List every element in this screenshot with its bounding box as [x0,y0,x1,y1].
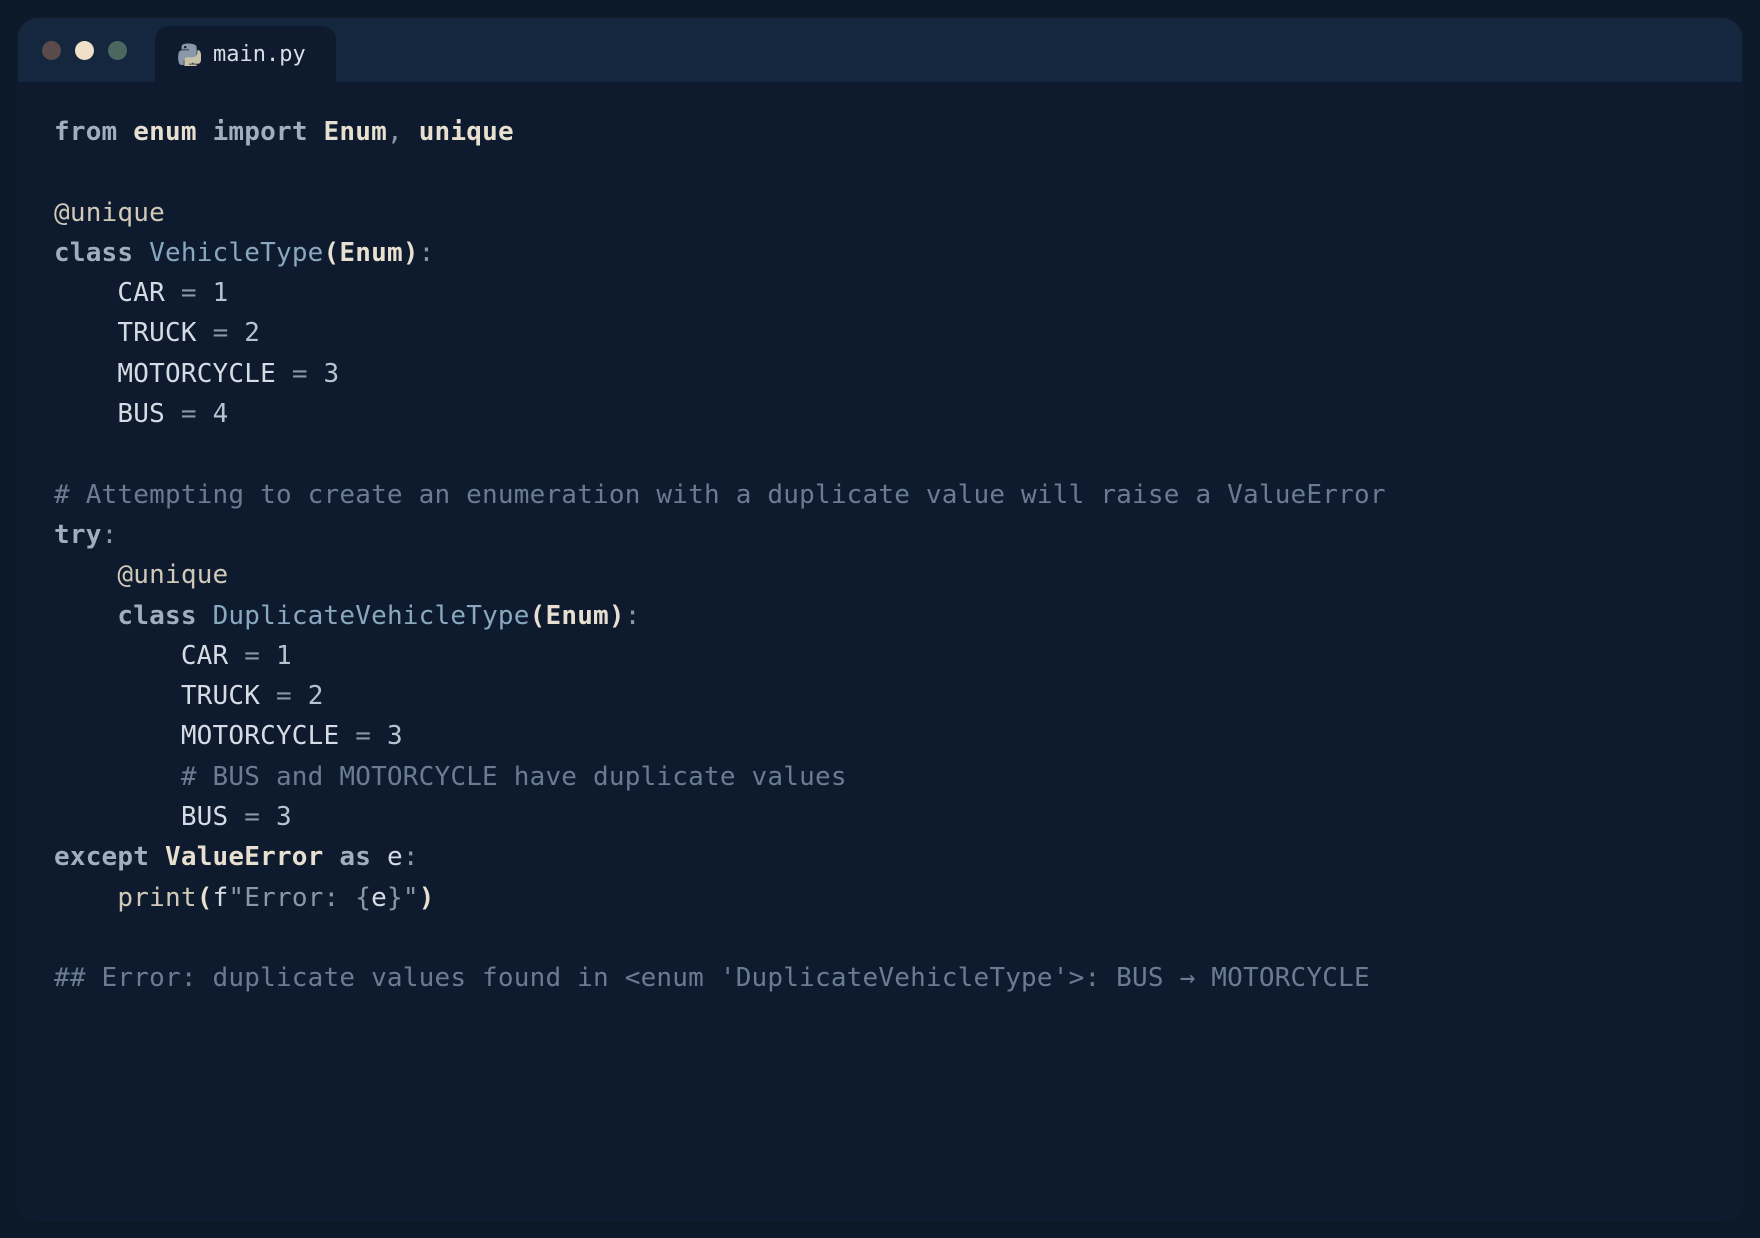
decorator-unique: @unique [54,198,165,228]
member-car: CAR [181,641,229,671]
member-car: CAR [117,278,165,308]
member-motorcycle: MOTORCYCLE [181,721,340,751]
member-bus: BUS [181,802,229,832]
str-b: " [403,883,419,913]
class-vehicletype: VehicleType [149,238,323,268]
brace-close: } [387,883,403,913]
var-e: e [371,883,387,913]
member-bus: BUS [117,399,165,429]
kw-import: import [213,117,308,147]
kw-class: class [54,238,133,268]
val-4: 4 [213,399,229,429]
base-enum: Enum [339,238,402,268]
kw-try: try [54,520,102,550]
val-3: 3 [387,721,403,751]
kw-as: as [339,842,371,872]
mod-enum: enum [133,117,196,147]
code-editor[interactable]: from enum import Enum, unique @unique cl… [18,82,1742,1220]
mod-Enum: Enum [324,117,387,147]
class-duplicatevehicletype: DuplicateVehicleType [213,601,530,631]
val-3: 3 [276,802,292,832]
val-3: 3 [324,359,340,389]
var-e: e [387,842,403,872]
fn-print: print [117,883,196,913]
editor-window: main.py from enum import Enum, unique @u… [18,18,1742,1220]
val-1: 1 [276,641,292,671]
member-truck: TRUCK [181,681,260,711]
tab-label: main.py [213,42,306,67]
str-a: "Error: [228,883,355,913]
python-icon [177,42,201,66]
decorator-unique: @unique [117,560,228,590]
val-2: 2 [244,318,260,348]
comment-line: # Attempting to create an enumeration wi… [54,480,1386,510]
comment-output: ## Error: duplicate values found in <enu… [54,963,1370,993]
minimize-icon[interactable] [75,41,94,60]
kw-class: class [117,601,196,631]
kw-except: except [54,842,149,872]
brace-open: { [355,883,371,913]
close-icon[interactable] [42,41,61,60]
tab-main-py[interactable]: main.py [155,26,336,82]
mod-unique: unique [419,117,514,147]
window-controls [42,18,127,82]
maximize-icon[interactable] [108,41,127,60]
member-motorcycle: MOTORCYCLE [117,359,276,389]
val-2: 2 [308,681,324,711]
comment-line: # BUS and MOTORCYCLE have duplicate valu… [181,762,847,792]
fprefix: f [213,883,229,913]
base-enum: Enum [546,601,609,631]
cls-valueerror: ValueError [165,842,324,872]
titlebar: main.py [18,18,1742,82]
member-truck: TRUCK [117,318,196,348]
kw-from: from [54,117,117,147]
val-1: 1 [213,278,229,308]
